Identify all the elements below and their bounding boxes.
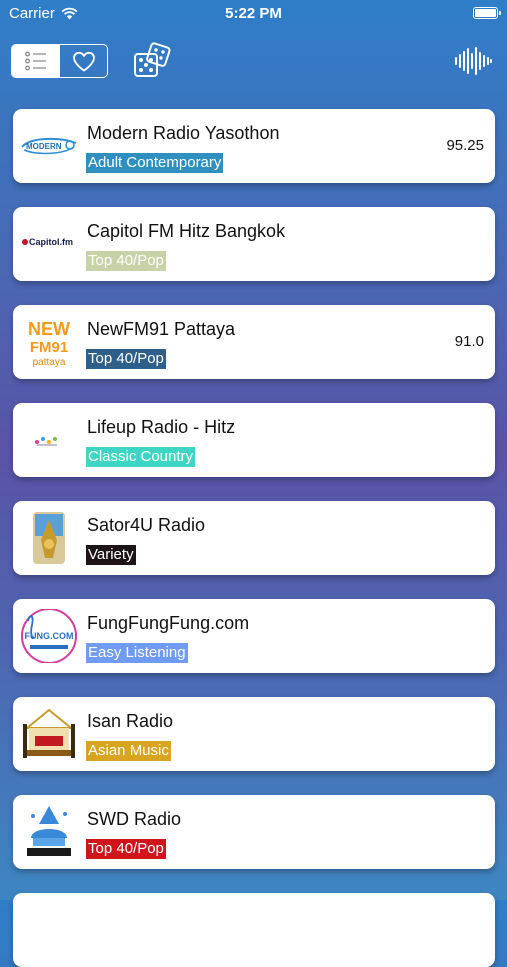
logo-text-fm91: FM91 (30, 339, 68, 356)
logo-text-capitol: Capitol.fm (29, 237, 73, 247)
now-playing-button[interactable] (452, 44, 494, 78)
station-card-newfm91[interactable]: NEW FM91 pattaya NewFM91 Pattaya Top 40/… (13, 305, 495, 379)
waveform-icon (455, 47, 492, 75)
favorites-segment[interactable] (59, 45, 107, 77)
logo-text-modern: MODERN (26, 142, 62, 151)
logo-text-pattaya: pattaya (33, 357, 66, 368)
station-logo-fungfungfung: FUNG.COM (20, 609, 78, 663)
station-genre-badge: Variety (86, 545, 136, 565)
station-logo-lifeup-radio (20, 413, 78, 467)
station-logo-newfm91: NEW FM91 pattaya (20, 315, 78, 369)
station-genre-badge: Top 40/Pop (86, 839, 166, 859)
station-name: Sator4U Radio (87, 515, 206, 535)
battery-icon (473, 7, 501, 19)
station-frequency: 95.25 (446, 137, 484, 154)
station-genre-badge: Easy Listening (86, 643, 188, 663)
random-station-button[interactable] (131, 40, 175, 80)
station-name: Lifeup Radio - Hitz (87, 417, 236, 437)
station-logo-isan-radio (20, 707, 78, 761)
station-logo-modern-radio-yasothon: MODERN (20, 119, 78, 173)
station-name: Capitol FM Hitz Bangkok (87, 221, 286, 241)
station-card-capitol-fm[interactable]: Capitol.fm Capitol FM Hitz Bangkok Top 4… (13, 207, 495, 281)
heart-icon (72, 51, 95, 71)
station-name: SWD Radio (87, 809, 182, 829)
station-logo-sator4u-radio (20, 511, 78, 565)
view-segmented-control (11, 44, 108, 78)
dice-icon (134, 42, 171, 77)
station-card-lifeup-radio[interactable]: Lifeup Radio - Hitz Classic Country (13, 403, 495, 477)
station-genre-badge: Asian Music (86, 741, 171, 761)
station-genre-badge: Adult Contemporary (86, 153, 224, 173)
station-genre-badge: Top 40/Pop (86, 251, 166, 271)
station-name: NewFM91 Pattaya (87, 319, 236, 339)
station-genre-badge: Classic Country (86, 447, 196, 467)
status-time: 5:22 PM (225, 5, 282, 22)
list-icon (24, 51, 46, 71)
station-card-sator4u-radio[interactable]: Sator4U Radio Variety (13, 501, 495, 575)
station-name: FungFungFung.com (87, 613, 250, 633)
status-bar: Carrier 5:22 PM (0, 0, 507, 28)
station-card-isan-radio[interactable]: Isan Radio Asian Music (13, 697, 495, 771)
station-name: Isan Radio (87, 711, 174, 731)
station-card-modern-radio-yasothon[interactable]: MODERN Modern Radio Yasothon Adult Conte… (13, 109, 495, 183)
station-genre-badge: Top 40/Pop (86, 349, 166, 369)
station-name: Modern Radio Yasothon (87, 123, 280, 143)
station-frequency: 91.0 (454, 333, 484, 350)
station-card-swd-radio[interactable]: SWD Radio Top 40/Pop (13, 795, 495, 869)
station-logo-capitol-fm: Capitol.fm (20, 217, 78, 271)
logo-text-new: NEW (28, 319, 70, 339)
station-logo-swd-radio (20, 805, 78, 859)
station-card-partial[interactable] (13, 893, 495, 967)
list-view-segment[interactable] (12, 45, 59, 77)
toolbar (0, 38, 507, 84)
station-card-fungfungfung[interactable]: FUNG.COM FungFungFung.com Easy Listening (13, 599, 495, 673)
